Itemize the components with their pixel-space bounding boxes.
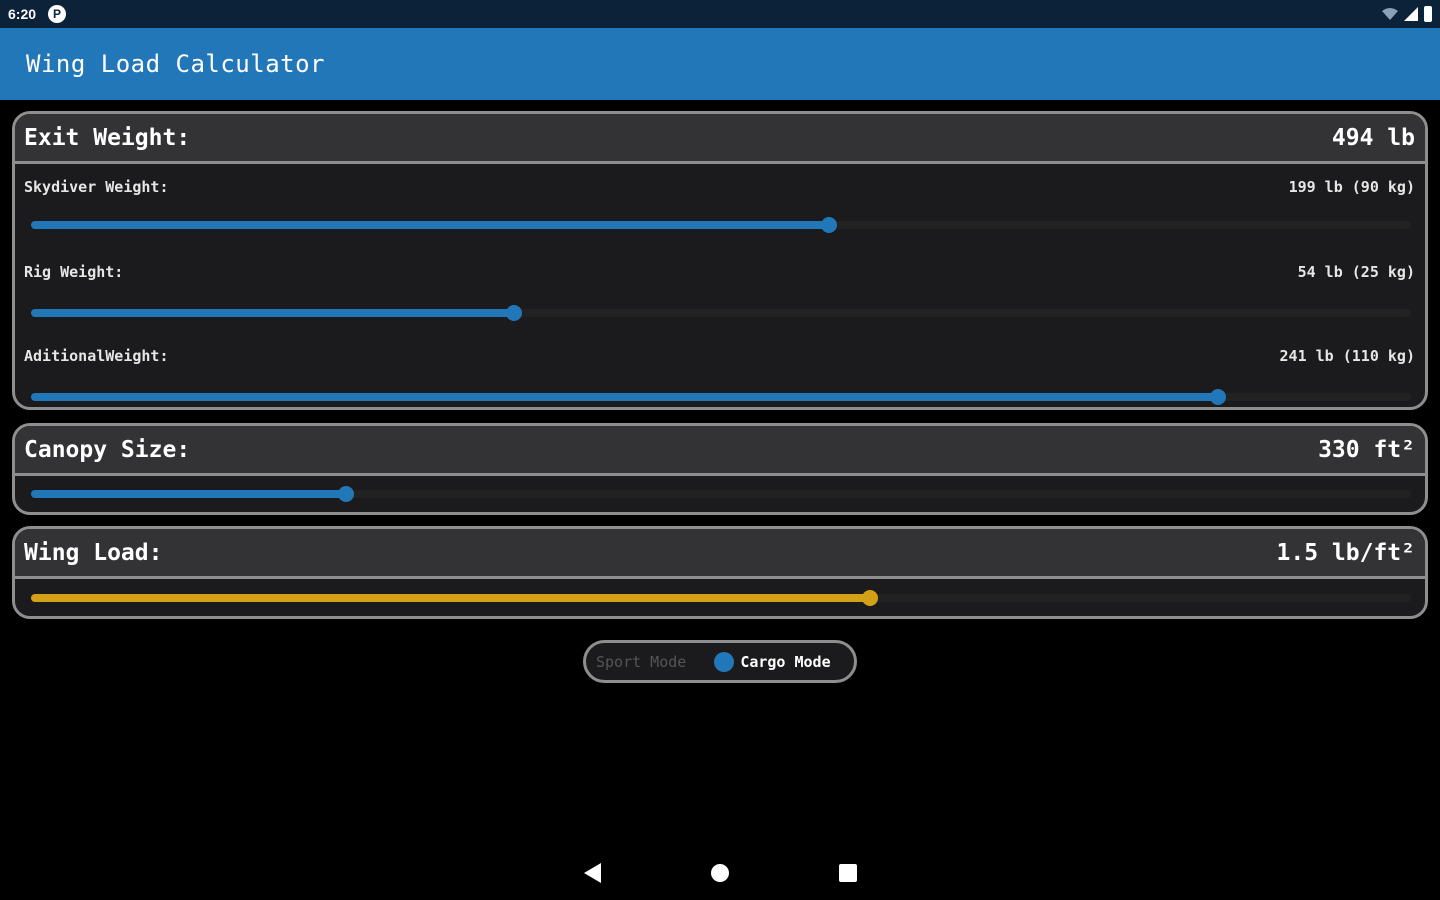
- exit-weight-label: Exit Weight:: [24, 124, 191, 151]
- slider-fill: [31, 309, 514, 317]
- exit-weight-value: 494 lb: [1331, 124, 1415, 151]
- skydiver-weight-row: Skydiver Weight: 199 lb (90 kg): [15, 177, 1425, 197]
- canopy-size-slider[interactable]: [31, 484, 1411, 504]
- skydiver-weight-label: Skydiver Weight:: [24, 178, 169, 196]
- battery-icon: [1424, 6, 1432, 22]
- back-icon[interactable]: [583, 863, 601, 883]
- mode-toggle-knob[interactable]: [714, 651, 735, 672]
- additional-weight-row: AditionalWeight: 241 lb (110 kg): [15, 346, 1425, 366]
- slider-thumb[interactable]: [337, 486, 354, 502]
- rig-weight-label: Rig Weight:: [24, 263, 124, 281]
- canopy-size-header: Canopy Size: 330 ft²: [15, 426, 1425, 476]
- status-icons: [1382, 6, 1432, 22]
- app-title: Wing Load Calculator: [26, 50, 325, 78]
- app-bar: Wing Load Calculator: [0, 28, 1440, 100]
- home-icon[interactable]: [710, 864, 729, 882]
- additional-weight-value: 241 lb (110 kg): [1279, 347, 1415, 365]
- slider-fill: [31, 594, 871, 602]
- additional-weight-label: AditionalWeight:: [24, 347, 169, 365]
- skydiver-weight-value: 199 lb (90 kg): [1288, 178, 1415, 196]
- slider-fill: [31, 393, 1218, 401]
- app-notification-icon: P: [48, 5, 67, 23]
- exit-weight-header: Exit Weight: 494 lb: [15, 114, 1425, 164]
- rig-weight-slider[interactable]: [31, 303, 1411, 323]
- slider-thumb[interactable]: [820, 217, 837, 233]
- wing-load-label: Wing Load:: [24, 539, 163, 566]
- skydiver-weight-slider[interactable]: [31, 215, 1411, 235]
- slider-thumb: [862, 590, 879, 606]
- signal-icon: [1404, 7, 1418, 21]
- additional-weight-slider[interactable]: [31, 387, 1411, 407]
- exit-weight-card: Exit Weight: 494 lb Skydiver Weight: 199…: [12, 111, 1428, 410]
- recents-icon[interactable]: [838, 864, 857, 882]
- rig-weight-row: Rig Weight: 54 lb (25 kg): [15, 262, 1425, 282]
- canopy-size-card: Canopy Size: 330 ft²: [12, 423, 1428, 515]
- canopy-size-value: 330 ft²: [1318, 436, 1415, 463]
- sport-mode-label[interactable]: Sport Mode: [596, 653, 686, 671]
- slider-thumb[interactable]: [506, 305, 522, 321]
- wifi-icon: [1382, 8, 1398, 20]
- slider-fill: [31, 490, 346, 498]
- slider-thumb[interactable]: [1209, 389, 1226, 405]
- mode-toggle[interactable]: Sport Mode Cargo Mode: [583, 640, 857, 683]
- system-nav-bar: [0, 846, 1440, 900]
- canopy-size-label: Canopy Size:: [24, 436, 191, 463]
- status-time: 6:20: [8, 6, 37, 22]
- status-bar: 6:20 P: [0, 0, 1440, 28]
- wing-load-value: 1.5 lb/ft²: [1276, 539, 1415, 566]
- wing-load-gauge: [31, 588, 1411, 608]
- wing-load-header: Wing Load: 1.5 lb/ft²: [15, 529, 1425, 579]
- slider-fill: [31, 221, 829, 229]
- wing-load-card: Wing Load: 1.5 lb/ft²: [12, 526, 1428, 619]
- cargo-mode-label[interactable]: Cargo Mode: [740, 653, 830, 671]
- rig-weight-value: 54 lb (25 kg): [1297, 263, 1415, 281]
